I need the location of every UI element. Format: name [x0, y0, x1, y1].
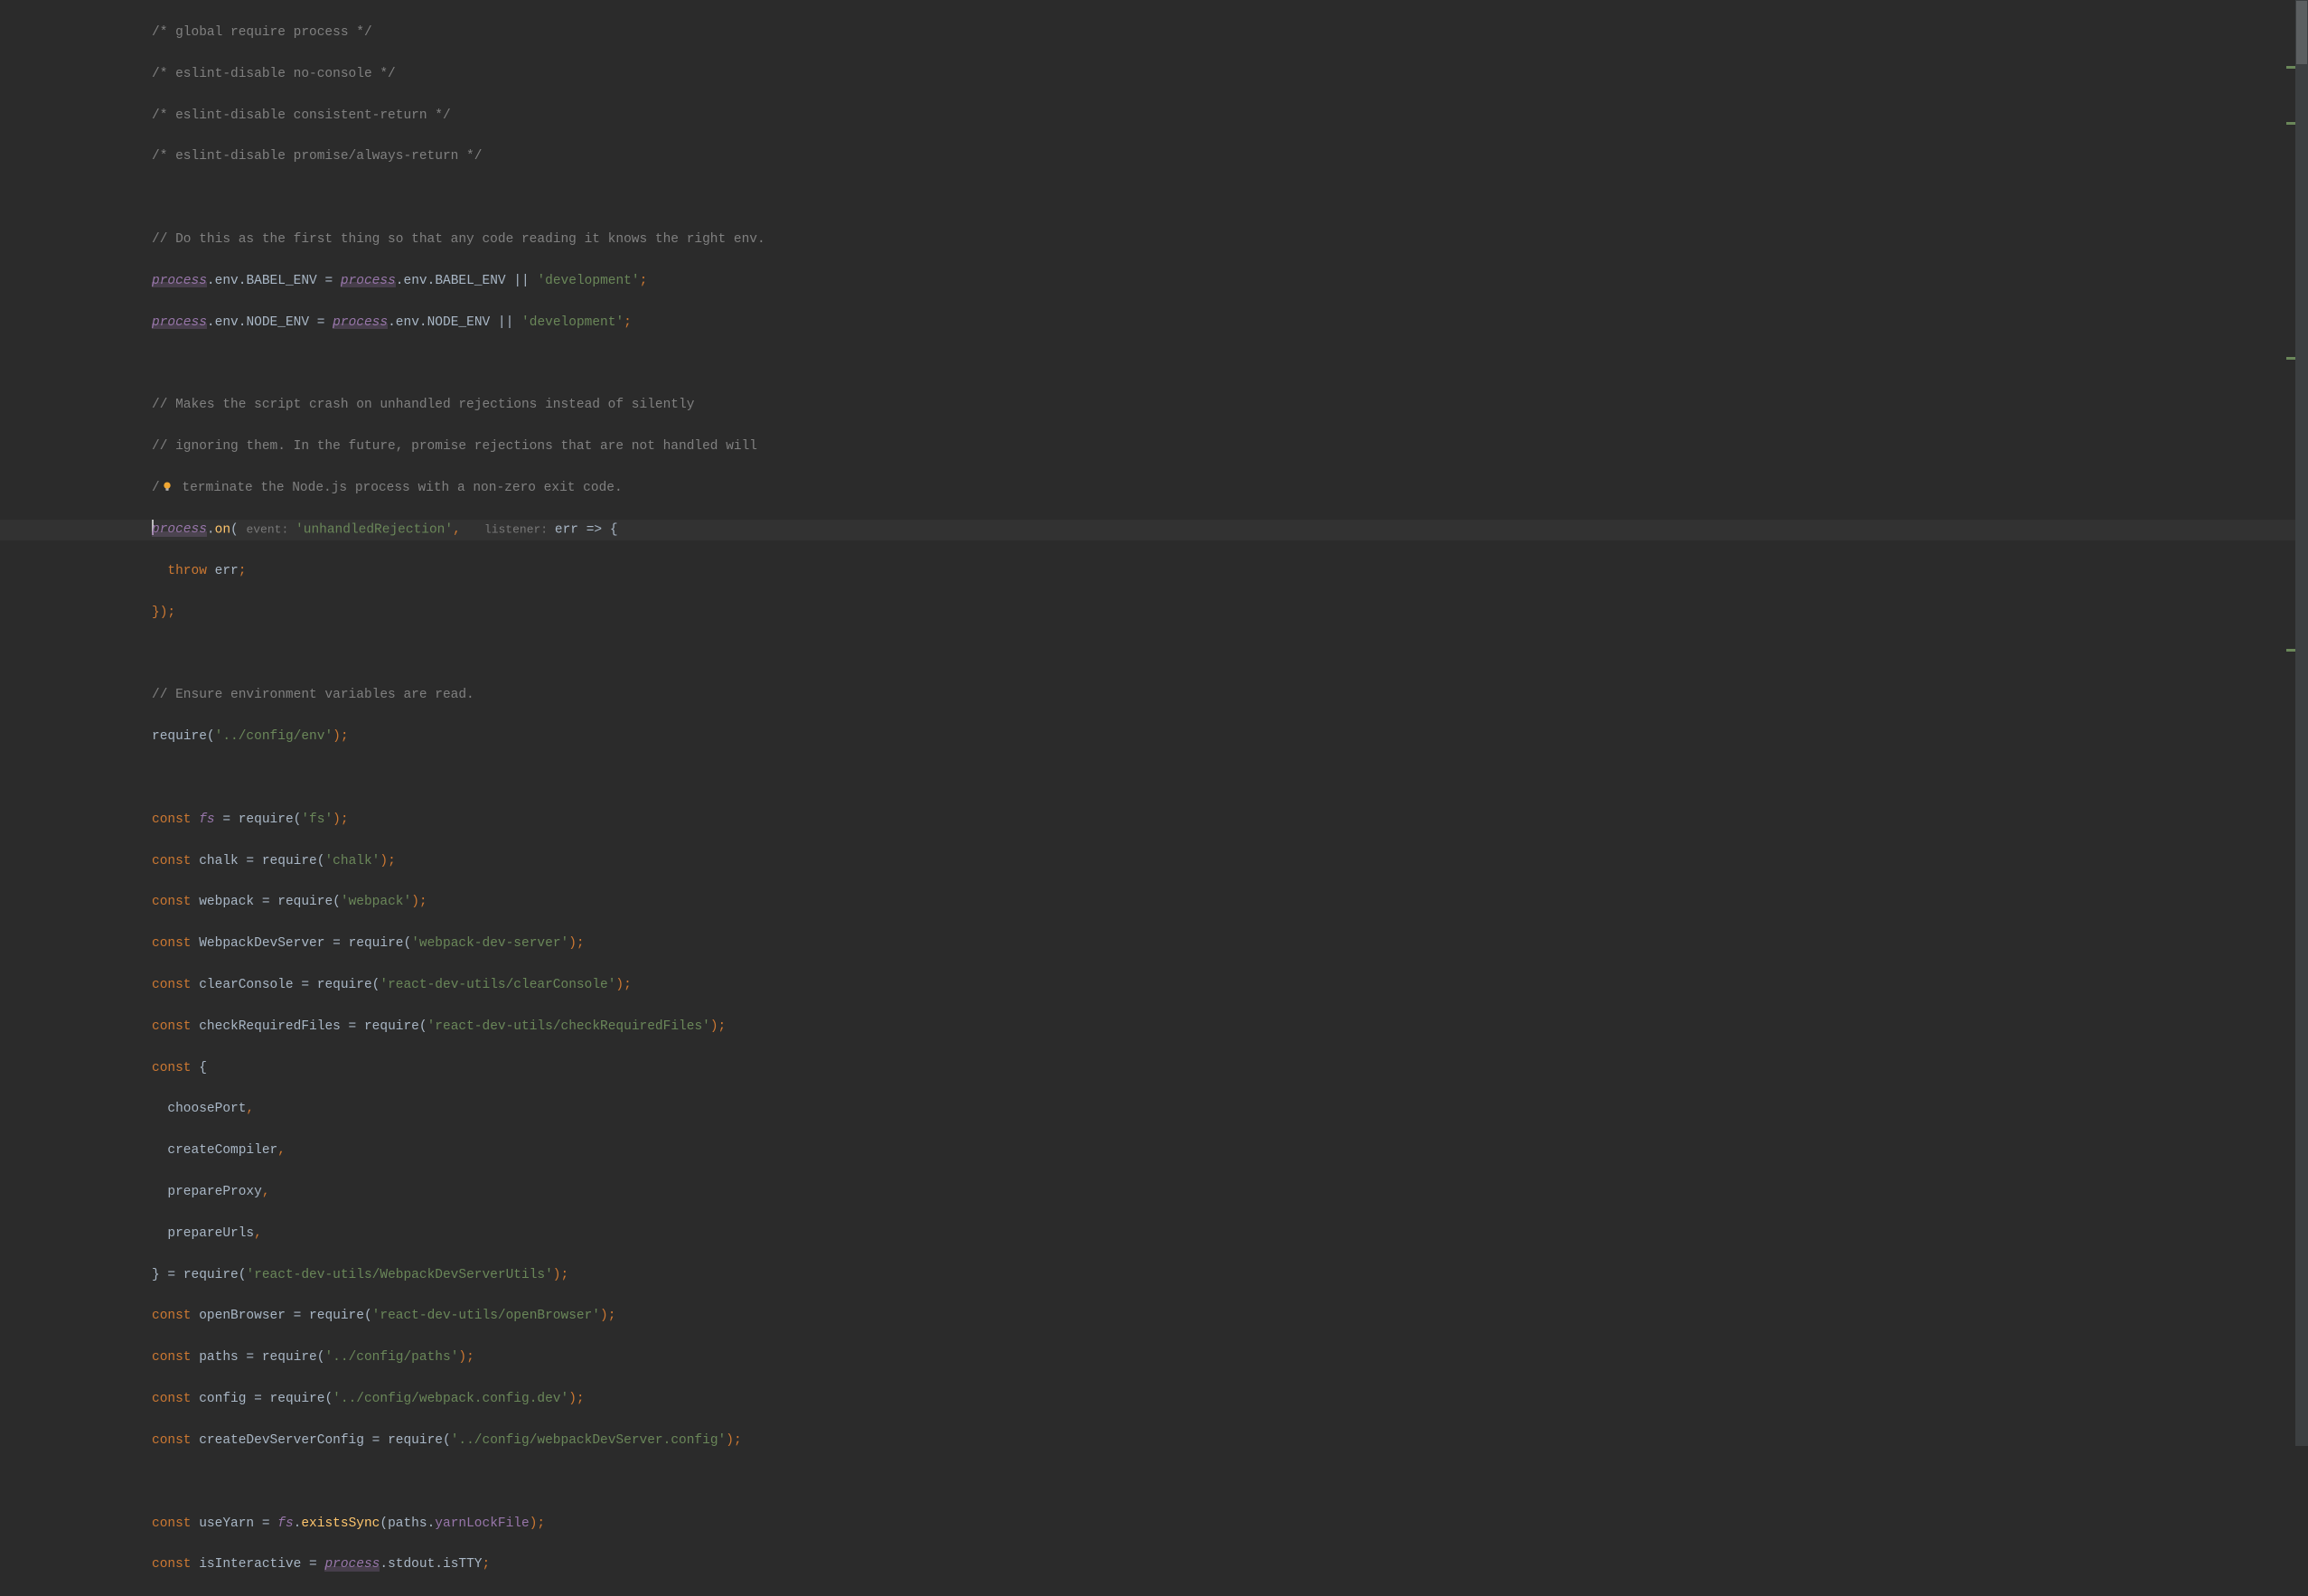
code-line[interactable]: process.env.NODE_ENV = process.env.NODE_…: [152, 313, 2290, 333]
code-line-current[interactable]: process.on( event: 'unhandledRejection',…: [0, 520, 2308, 540]
comment: // Do this as the first thing so that an…: [152, 232, 765, 247]
code-line[interactable]: const {: [152, 1058, 2290, 1079]
code-line[interactable]: const clearConsole = require('react-dev-…: [152, 975, 2290, 996]
scrollbar-thumb[interactable]: [2296, 1, 2307, 64]
code-line[interactable]: [152, 768, 2290, 789]
code-line[interactable]: const createDevServerConfig = require('.…: [152, 1431, 2290, 1451]
code-line[interactable]: const WebpackDevServer = require('webpac…: [152, 934, 2290, 954]
comment: /* eslint-disable consistent-return */: [152, 108, 451, 123]
code-line[interactable]: // Do this as the first thing so that an…: [152, 230, 2290, 250]
code-line[interactable]: const paths = require('../config/paths')…: [152, 1347, 2290, 1368]
code-line[interactable]: const isInteractive = process.stdout.isT…: [152, 1554, 2290, 1575]
comment: // Ensure environment variables are read…: [152, 688, 474, 702]
code-line[interactable]: // ignoring them. In the future, promise…: [152, 437, 2290, 457]
code-line[interactable]: /* global require process */: [152, 23, 2290, 43]
comment: /* eslint-disable promise/always-return …: [152, 149, 482, 164]
code-editor[interactable]: /* global require process */ /* eslint-d…: [0, 0, 2290, 1446]
code-line[interactable]: const checkRequiredFiles = require('reac…: [152, 1017, 2290, 1037]
code-line[interactable]: [152, 188, 2290, 209]
code-line[interactable]: prepareUrls,: [152, 1224, 2290, 1244]
code-line[interactable]: // Makes the script crash on unhandled r…: [152, 395, 2290, 416]
code-line[interactable]: const config = require('../config/webpac…: [152, 1389, 2290, 1410]
code-line[interactable]: prepareProxy,: [152, 1182, 2290, 1203]
change-marker[interactable]: [2286, 649, 2295, 652]
code-line[interactable]: } = require('react-dev-utils/WebpackDevS…: [152, 1265, 2290, 1286]
identifier-process: process: [152, 274, 207, 288]
code-line[interactable]: [152, 1472, 2290, 1493]
code-line[interactable]: /* eslint-disable no-console */: [152, 64, 2290, 85]
code-line[interactable]: const fs = require('fs');: [152, 810, 2290, 831]
code-line[interactable]: process.env.BABEL_ENV = process.env.BABE…: [152, 271, 2290, 292]
identifier-process: process: [152, 315, 207, 330]
comment: /* eslint-disable no-console */: [152, 67, 396, 81]
error-stripe[interactable]: [2286, 0, 2295, 1446]
vertical-scrollbar[interactable]: [2295, 0, 2308, 1446]
comment: // ignoring them. In the future, promise…: [152, 439, 757, 454]
change-marker[interactable]: [2286, 66, 2295, 69]
code-line[interactable]: createCompiler,: [152, 1141, 2290, 1161]
code-line[interactable]: choosePort,: [152, 1099, 2290, 1120]
comment: /: [152, 481, 160, 495]
code-line[interactable]: });: [152, 603, 2290, 624]
code-line[interactable]: /* eslint-disable consistent-return */: [152, 106, 2290, 127]
code-line[interactable]: // Ensure environment variables are read…: [152, 685, 2290, 706]
code-line[interactable]: const useYarn = fs.existsSync(paths.yarn…: [152, 1514, 2290, 1535]
code-line[interactable]: require('../config/env');: [152, 727, 2290, 747]
intention-bulb-icon[interactable]: [161, 480, 174, 493]
comment: /* global require process */: [152, 25, 372, 40]
code-line[interactable]: const webpack = require('webpack');: [152, 892, 2290, 913]
parameter-hint: event:: [246, 522, 296, 536]
parameter-hint: listener:: [484, 522, 555, 536]
change-marker[interactable]: [2286, 122, 2295, 125]
code-line[interactable]: [152, 353, 2290, 374]
code-line[interactable]: / terminate the Node.js process with a n…: [152, 478, 2290, 499]
code-line[interactable]: /* eslint-disable promise/always-return …: [152, 146, 2290, 167]
code-line[interactable]: const chalk = require('chalk');: [152, 851, 2290, 872]
comment: // Makes the script crash on unhandled r…: [152, 398, 694, 412]
comment: terminate the Node.js process with a non…: [174, 481, 623, 495]
identifier-process: process: [152, 522, 207, 537]
change-marker[interactable]: [2286, 357, 2295, 360]
code-line[interactable]: throw err;: [152, 561, 2290, 582]
code-line[interactable]: const openBrowser = require('react-dev-u…: [152, 1306, 2290, 1327]
code-line[interactable]: [152, 643, 2290, 664]
